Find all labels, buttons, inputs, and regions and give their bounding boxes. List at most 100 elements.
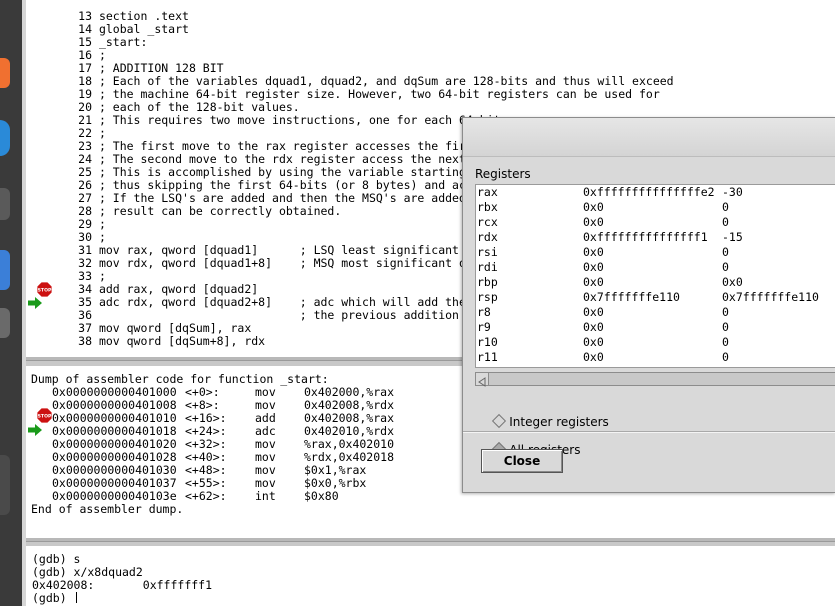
register-natural: 0x0 (722, 275, 743, 289)
register-row[interactable]: rbx 0x0 0 (476, 200, 835, 215)
register-name: rcx (477, 215, 498, 229)
line-code: ; The first move to the rax register acc… (98, 139, 494, 153)
source-line[interactable]: 14 global _start (66, 23, 674, 36)
line-code: global _start (98, 22, 189, 36)
line-code: adc rdx, qword [dquad2+8] ; adc which wi… (98, 295, 494, 309)
register-row[interactable]: r9 0x0 0 (476, 320, 835, 335)
register-name: r8 (477, 305, 491, 319)
line-code: ; (98, 230, 106, 244)
register-row[interactable]: r11 0x0 0 (476, 350, 835, 365)
breakpoint-stop-icon[interactable]: STOP (37, 282, 52, 297)
register-row[interactable]: rsp 0x7fffffffe110 0x7fffffffe110 (476, 290, 835, 305)
line-code: ; Each of the variables dquad1, dquad2, … (98, 74, 674, 88)
line-code: mov qword [dqSum], rax (98, 321, 252, 335)
register-hex: 0xfffffffffffffffe2 (583, 185, 715, 199)
register-row[interactable]: rsi 0x0 0 (476, 245, 835, 260)
line-code: add rax, qword [dquad2] (98, 282, 259, 296)
integer-registers-radio-icon[interactable] (492, 413, 507, 429)
scroll-left-arrow-icon[interactable] (476, 373, 489, 387)
register-natural: 0 (722, 245, 729, 259)
registers-horizontal-scrollbar[interactable] (475, 372, 835, 387)
console-text: (gdb) (32, 591, 74, 605)
dock-app-tool-icon[interactable] (0, 455, 10, 515)
register-row[interactable]: rdi 0x0 0 (476, 260, 835, 275)
close-button[interactable]: Close (481, 449, 563, 473)
asm-args: $0x80 (304, 489, 339, 503)
dock-app-dark-icon[interactable] (0, 188, 10, 220)
console-output: (gdb) s (gdb) x/x8dquad2 0x402008: 0xfffff… (32, 553, 212, 605)
registers-table[interactable]: rax 0xfffffffffffffffe2 -30 rbx 0x0 0 rcx 0x0 0 r… (475, 184, 835, 368)
register-natural: 0 (722, 200, 729, 214)
register-name: r11 (477, 350, 498, 364)
register-hex: 0x7fffffffe110 (583, 290, 680, 304)
register-row[interactable]: r8 0x0 0 (476, 305, 835, 320)
register-name: r10 (477, 335, 498, 349)
line-code: ; (98, 269, 106, 283)
line-code: ; ADDITION 128 BIT (98, 61, 224, 75)
current-line-arrow-icon (28, 297, 42, 309)
line-code: ; (98, 48, 106, 62)
integer-registers-option[interactable]: Integer registers (492, 413, 609, 429)
line-code: ; (98, 217, 106, 231)
register-row[interactable]: rcx 0x0 0 (476, 215, 835, 230)
line-code: ; each of the 128-bit values. (98, 100, 300, 114)
register-hex: 0x0 (583, 335, 604, 349)
register-name: rsi (477, 245, 498, 259)
source-line[interactable]: 15 _start: (66, 36, 674, 49)
line-code: ; This requires two move instructions, o… (98, 113, 501, 127)
line-code: ; The second move to the rdx register ac… (98, 152, 494, 166)
register-hex: 0x0 (583, 245, 604, 259)
register-natural: -15 (722, 230, 743, 244)
register-natural: 0 (722, 350, 729, 364)
line-code: ; the previous addition oper (98, 308, 494, 322)
register-row[interactable]: rax 0xfffffffffffffffe2 -30 (476, 185, 835, 200)
registers-dialog[interactable]: Registers rax 0xfffffffffffffffe2 -30 rbx 0x… (462, 117, 835, 493)
asm-breakpoint-stop-icon[interactable]: STOP (37, 408, 52, 423)
asm-breakpoint-stop-label: STOP (38, 414, 52, 420)
line-code: ; result can be correctly obtained. (98, 204, 342, 218)
dialog-separator (463, 431, 835, 433)
integer-registers-label: Integer registers (509, 415, 609, 429)
dock-app-gray-icon[interactable] (0, 308, 10, 338)
register-natural: 0 (722, 260, 729, 274)
register-name: rsp (477, 290, 498, 304)
text-cursor (75, 592, 77, 603)
register-natural: 0 (722, 320, 729, 334)
gdb-console[interactable]: (gdb) s (gdb) x/x8dquad2 0x402008: 0xfffff… (26, 546, 835, 606)
app-dock (0, 0, 22, 606)
register-hex: 0x0 (583, 275, 604, 289)
assembly-dump-footer: End of assembler dump. (31, 502, 184, 516)
register-name: r9 (477, 320, 491, 334)
dock-app-grid-icon[interactable] (0, 250, 10, 290)
register-row[interactable]: r10 0x0 0 (476, 335, 835, 350)
line-code: mov rdx, qword [dquad1+8] ; MSQ most sig… (98, 256, 494, 270)
registers-title: Registers (475, 167, 531, 181)
register-hex: 0x0 (583, 350, 604, 364)
line-code: mov rax, qword [dquad1] ; LSQ least sign… (98, 243, 494, 257)
console-line: (gdb) (32, 592, 212, 605)
register-natural: 0 (722, 305, 729, 319)
asm-offset: <+62>: (185, 489, 227, 503)
register-hex: 0x0 (583, 200, 604, 214)
register-name: rax (477, 185, 498, 199)
asm-current-line-arrow-icon (28, 424, 42, 436)
register-name: rbx (477, 200, 498, 214)
console-text: 0x402008: 0xfffffff1 (32, 578, 213, 592)
dock-app-orange-icon[interactable] (0, 58, 10, 88)
register-row[interactable]: rdx 0xfffffffffffffff1 -15 (476, 230, 835, 245)
dock-app-blue-icon[interactable] (0, 120, 10, 156)
line-code: ; thus skipping the first 64-bits (or 8 … (98, 178, 494, 192)
register-name: rbp (477, 275, 498, 289)
dialog-titlebar[interactable] (463, 118, 835, 157)
register-natural: 0 (722, 335, 729, 349)
register-hex: 0x0 (583, 320, 604, 334)
line-number: 38 (78, 334, 92, 348)
line-code: ; If the LSQ's are added and then the MS… (98, 191, 494, 205)
line-code: section .text (98, 9, 189, 23)
register-row[interactable]: rbp 0x0 0x0 (476, 275, 835, 290)
breakpoint-stop-label: STOP (38, 288, 52, 294)
register-hex: 0xfffffffffffffff1 (583, 230, 708, 244)
asm-op: int (255, 489, 276, 503)
line-code: ; the machine 64-bit register size. Howe… (98, 87, 660, 101)
line-code: _start: (98, 35, 148, 49)
